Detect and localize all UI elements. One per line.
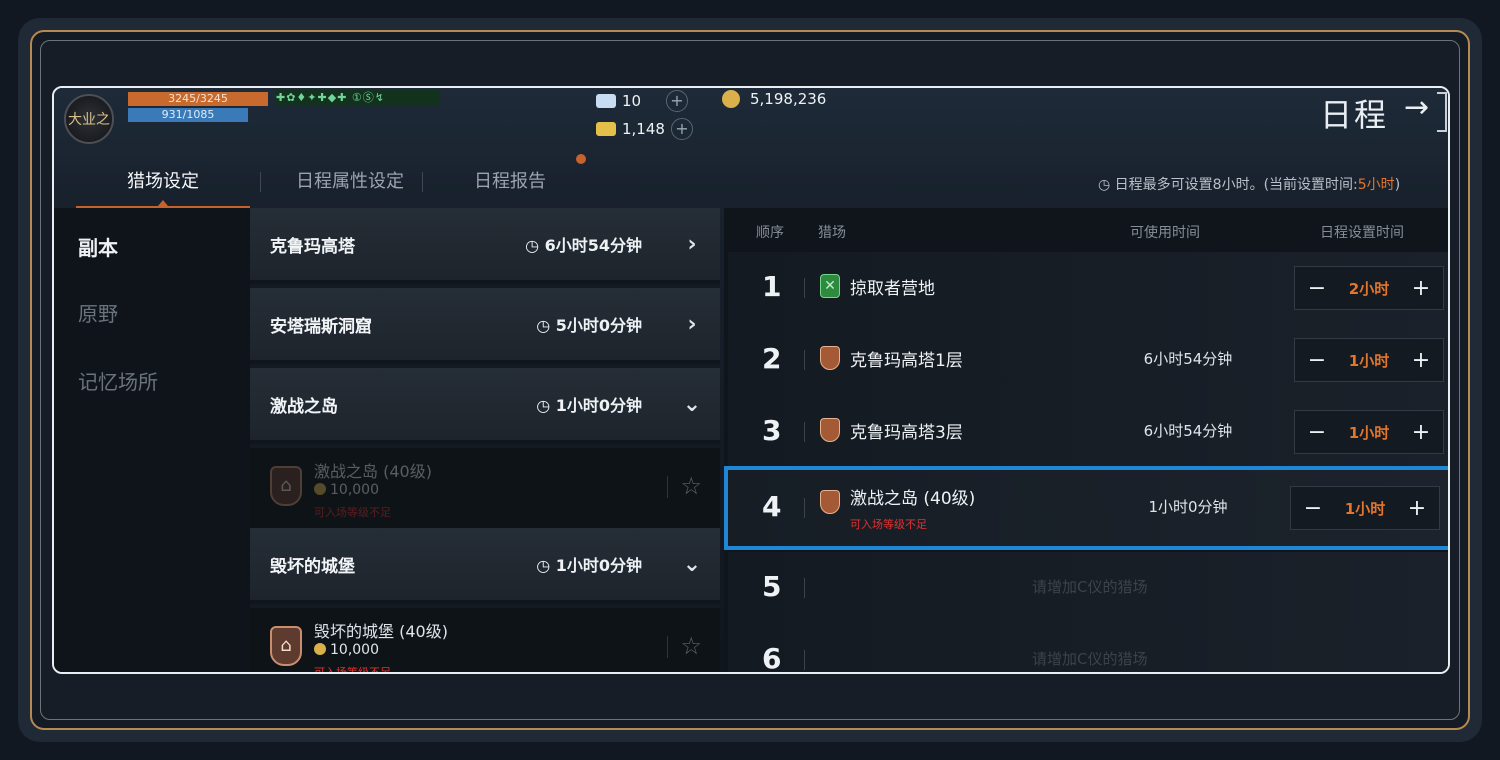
clock-icon: ◷ xyxy=(1098,177,1111,193)
chevron-down-icon[interactable]: ⌄ xyxy=(682,552,702,577)
exit-button[interactable] xyxy=(1437,92,1447,132)
exit-arrow-icon[interactable]: → xyxy=(1404,90,1429,125)
category-battle-island[interactable]: 激战之岛 ◷ 1小时0分钟 ⌄ xyxy=(250,368,720,444)
tab-schedule-attributes[interactable]: 日程属性设定 xyxy=(270,164,430,200)
sidebar-item-memory-place[interactable]: 记忆场所 xyxy=(78,366,158,395)
time-label: ◷ 5小时0分钟 xyxy=(536,316,642,335)
divider xyxy=(804,650,805,670)
gold-coin-icon xyxy=(314,643,326,655)
column-header-set-time: 日程设置时间 xyxy=(1320,225,1404,241)
tab-hunting-ground[interactable]: 猎场设定 xyxy=(76,164,250,200)
increase-button[interactable]: + xyxy=(1407,496,1427,521)
divider xyxy=(804,350,805,370)
game-screen: 大业之 3245/3245 931/1085 ✚✿♦✦✚◆✚ ①Ⓢ↯ 10 + … xyxy=(52,86,1450,674)
dungeon-gate-icon: ⌂ xyxy=(270,626,302,666)
gold-gem-icon xyxy=(596,122,616,136)
decrease-button[interactable]: − xyxy=(1307,420,1327,445)
category-ruined-castle[interactable]: 毁坏的城堡 ◷ 1小时0分钟 ⌄ xyxy=(250,528,720,604)
table-row-empty[interactable]: 5 请增加C仪的猎场 xyxy=(728,552,1448,624)
gold-currency: 5,198,236 xyxy=(722,90,826,108)
diamond-icon xyxy=(596,94,616,108)
table-row[interactable]: 3 克鲁玛高塔3层 6小时54分钟 − 1小时 + xyxy=(728,396,1448,468)
cost-label: 10,000 xyxy=(314,482,379,498)
category-cruma-tower[interactable]: 克鲁玛高塔 ◷ 6小时54分钟 › xyxy=(250,208,720,284)
avatar[interactable]: 大业之 xyxy=(64,94,114,144)
time-label: ◷ 1小时0分钟 xyxy=(536,396,642,415)
hunting-ground-list: 克鲁玛高塔 ◷ 6小时54分钟 › 安塔瑞斯洞窟 ◷ 5小时0分钟 › 激战之岛… xyxy=(250,208,720,672)
cost-label: 10,000 xyxy=(314,642,379,658)
column-header-hunting-ground: 猎场 xyxy=(818,225,846,241)
decrease-button[interactable]: − xyxy=(1307,348,1327,373)
increase-button[interactable]: + xyxy=(1411,420,1431,445)
dungeon-gate-icon xyxy=(820,418,840,442)
divider xyxy=(804,422,805,442)
crossed-swords-icon: ✕ xyxy=(820,274,840,298)
tab-divider xyxy=(422,172,423,192)
time-stepper: − 1小时 + xyxy=(1290,486,1440,530)
schedule-notice: ◷ 日程最多可设置8小时。(当前设置时间:5小时) xyxy=(1098,177,1401,193)
active-tab-marker xyxy=(158,200,168,206)
chevron-right-icon[interactable]: › xyxy=(682,232,702,257)
chevron-down-icon[interactable]: ⌄ xyxy=(682,392,702,417)
mp-bar: 931/1085 xyxy=(128,108,248,122)
decrease-button[interactable]: − xyxy=(1307,276,1327,301)
star-icon[interactable]: ☆ xyxy=(680,632,702,660)
time-stepper: − 1小时 + xyxy=(1294,338,1444,382)
dungeon-gate-icon xyxy=(820,490,840,514)
add-diamond-button[interactable]: + xyxy=(666,90,688,112)
tab-schedule-report[interactable]: 日程报告 xyxy=(440,164,580,200)
column-header-available-time: 可使用时间 xyxy=(1130,225,1200,241)
gold-gem-currency: 1,148 + xyxy=(596,118,693,140)
chevron-right-icon[interactable]: › xyxy=(682,312,702,337)
time-stepper: − 2小时 + xyxy=(1294,266,1444,310)
divider xyxy=(667,636,668,658)
increase-button[interactable]: + xyxy=(1411,348,1431,373)
increase-button[interactable]: + xyxy=(1411,276,1431,301)
sidebar-item-dungeon[interactable]: 副本 xyxy=(78,232,118,261)
buff-bar: ✚✿♦✦✚◆✚ ①Ⓢ↯ xyxy=(276,90,440,106)
gold-coin-icon xyxy=(314,483,326,495)
gold-coin-icon xyxy=(722,90,740,108)
time-label: ◷ 6小时54分钟 xyxy=(525,236,642,255)
divider xyxy=(667,476,668,498)
divider xyxy=(804,498,805,518)
dungeon-gate-icon: ⌂ xyxy=(270,466,302,506)
dungeon-gate-icon xyxy=(820,346,840,370)
decrease-button[interactable]: − xyxy=(1303,496,1323,521)
table-row[interactable]: 2 克鲁玛高塔1层 6小时54分钟 − 1小时 + xyxy=(728,324,1448,396)
divider xyxy=(804,578,805,598)
diamond-currency: 10 + xyxy=(596,90,688,112)
table-row-empty[interactable]: 6 请增加C仪的猎场 xyxy=(728,624,1448,672)
add-gold-gem-button[interactable]: + xyxy=(670,118,693,140)
time-stepper: − 1小时 + xyxy=(1294,410,1444,454)
table-row[interactable]: 1 ✕ 掠取者营地 − 2小时 + xyxy=(728,252,1448,324)
tab-divider xyxy=(260,172,261,192)
notification-dot xyxy=(576,154,586,164)
category-antharas-cave[interactable]: 安塔瑞斯洞窟 ◷ 5小时0分钟 › xyxy=(250,288,720,364)
sidebar xyxy=(54,208,250,672)
star-icon[interactable]: ☆ xyxy=(680,472,702,500)
column-header-order: 顺序 xyxy=(756,225,784,241)
table-row-selected[interactable]: 4 激战之岛 (40级) 可入场等级不足 1小时0分钟 − 1小时 + xyxy=(724,466,1448,550)
sidebar-item-field[interactable]: 原野 xyxy=(78,298,118,327)
time-label: ◷ 1小时0分钟 xyxy=(536,556,642,575)
divider xyxy=(804,278,805,298)
list-item-battle-island[interactable]: ⌂ 激战之岛 (40级) 10,000 可入场等级不足 ☆ xyxy=(250,448,720,528)
page-title: 日程 xyxy=(1320,96,1389,134)
hp-bar: 3245/3245 xyxy=(128,92,268,106)
list-item-ruined-castle[interactable]: ⌂ 毁坏的城堡 (40级) 10,000 可入场等级不足 ☆ xyxy=(250,608,720,672)
